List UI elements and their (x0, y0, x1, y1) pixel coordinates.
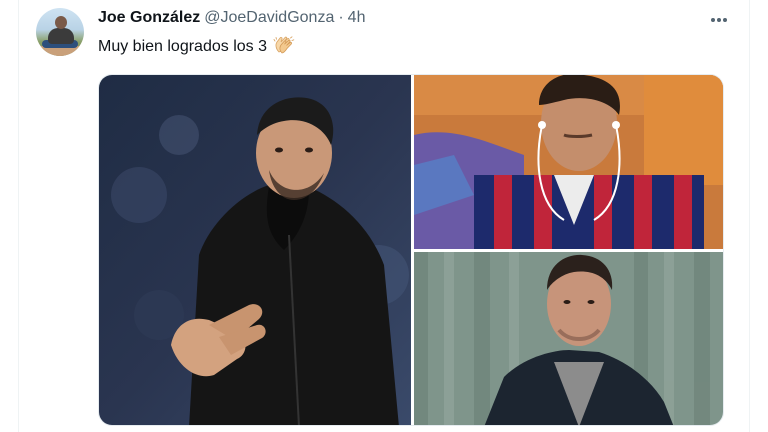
clapping-hands-icon (273, 35, 295, 55)
author-avatar[interactable] (36, 8, 84, 56)
more-options-icon[interactable] (708, 10, 730, 30)
photo-coach-image (99, 75, 411, 425)
photo-dark-jacket-image (414, 252, 723, 425)
tweet-body: Muy bien logrados los 3 (98, 35, 295, 58)
photo-striped-shirt-image (414, 75, 723, 249)
tweet-text: Muy bien logrados los 3 (98, 38, 267, 55)
media-photo-2[interactable] (414, 75, 723, 249)
tweet-timestamp[interactable]: 4h (348, 9, 366, 26)
media-photo-1[interactable] (99, 75, 411, 425)
media-photo-3[interactable] (414, 252, 723, 425)
header-separator: · (338, 9, 344, 26)
timeline-divider-right (749, 0, 750, 432)
author-display-name[interactable]: Joe González (98, 9, 200, 26)
avatar-torso (48, 28, 74, 44)
author-handle[interactable]: @JoeDavidGonza (204, 9, 334, 26)
avatar-head (55, 16, 67, 29)
tweet-card[interactable]: Joe González @JoeDavidGonza · 4h Muy bien l… (0, 0, 768, 432)
timeline-divider-left (18, 0, 19, 432)
tweet-header: Joe González @JoeDavidGonza · 4h (98, 8, 720, 28)
tweet-media-grid (98, 74, 724, 426)
